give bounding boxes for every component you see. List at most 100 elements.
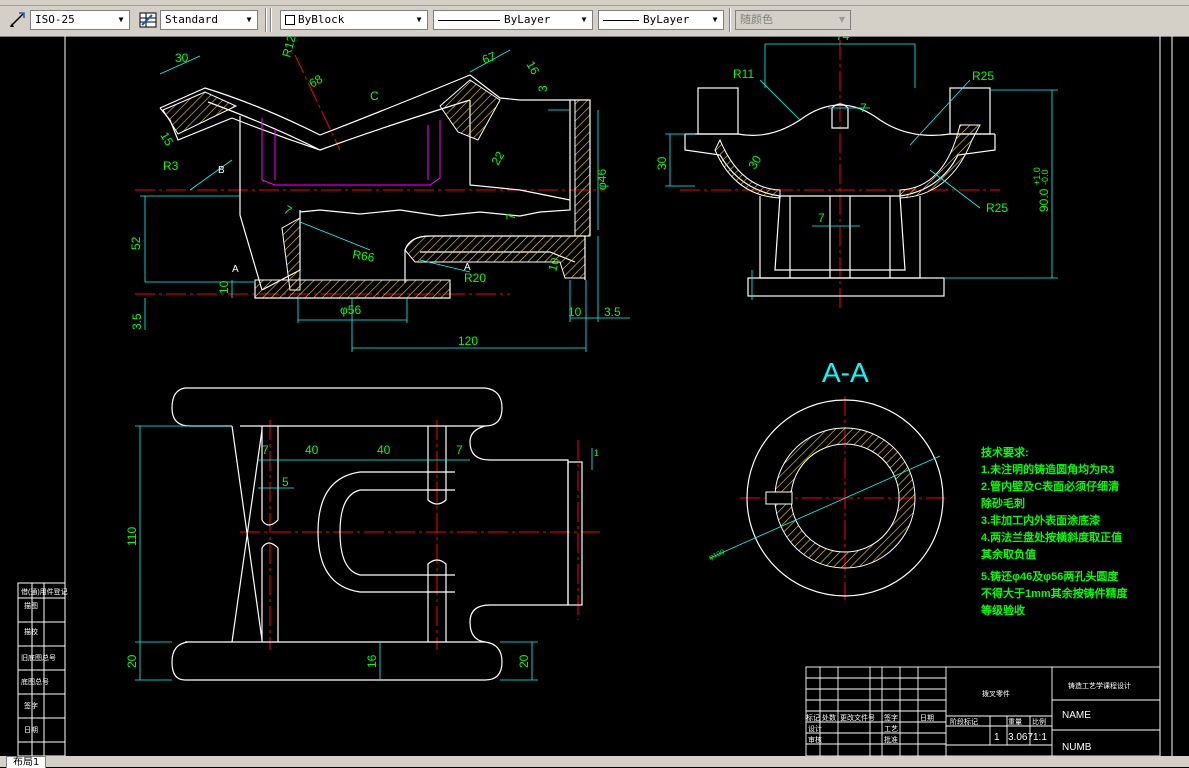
- linetype-dropdown[interactable]: ByLayer ▼: [433, 10, 593, 30]
- dim-label: R66: [351, 247, 375, 265]
- dimstyle-value: ISO-25: [35, 13, 75, 26]
- color-swatch-icon: [285, 15, 295, 25]
- tb-name: NAME: [1062, 710, 1091, 721]
- drawing-frame: [17, 36, 1173, 756]
- dim-label: 20: [517, 654, 531, 668]
- note-line: 不得大于1mm其余按铸件精度: [981, 586, 1129, 600]
- dim-label: φ46: [595, 169, 609, 190]
- dim-label: 15: [157, 130, 176, 149]
- plotstyle-value: 随颜色: [740, 13, 773, 26]
- dim-label: -0.0: [1040, 169, 1050, 185]
- dim-label: R25: [972, 69, 994, 83]
- note-line: 等级验收: [980, 603, 1025, 617]
- dim-label: 30: [745, 153, 764, 172]
- hatch-right-arm: [439, 79, 501, 141]
- lineweight-value: ByLayer: [643, 13, 690, 26]
- dim-label: 52: [129, 236, 143, 250]
- dim-label: 90.0: [1037, 188, 1051, 212]
- dim-label: 30: [655, 156, 669, 170]
- tb-part: 拨叉零件: [982, 689, 1010, 698]
- stamp-label: 日期: [24, 726, 38, 734]
- dim-label: 16: [365, 654, 379, 668]
- tb-project: 铸造工艺学课程设计: [1068, 681, 1131, 690]
- dimstyle-dropdown[interactable]: ISO-25 ▼: [30, 10, 130, 30]
- dim-label: R20: [464, 271, 486, 285]
- tb-numb: NUMB: [1062, 742, 1092, 753]
- dim-label: B: [218, 165, 225, 176]
- dim-label: R3: [163, 159, 179, 173]
- toolbar-top-strip: [0, 0, 1189, 6]
- tb-label: 日期: [920, 714, 934, 722]
- tb-label: 处数: [822, 713, 836, 722]
- chevron-down-icon: ▼: [118, 15, 124, 24]
- note-line: 2.管内壁及C表面必须仔细清: [981, 479, 1119, 493]
- tb-qty: 1: [994, 732, 1000, 743]
- table-style-icon[interactable]: [138, 10, 158, 30]
- note-line: 其余取负值: [981, 547, 1036, 561]
- lineweight-dropdown[interactable]: ByLayer ▼: [598, 10, 724, 30]
- toolbar-separator: [265, 8, 267, 32]
- color-dropdown[interactable]: ByBlock ▼: [280, 10, 428, 30]
- dim-label: 7: [456, 443, 463, 457]
- chevron-down-icon: ▼: [838, 15, 846, 24]
- lineweight-preview: [603, 19, 639, 21]
- tb-label: 批准: [884, 735, 898, 744]
- color-value: ByBlock: [298, 13, 345, 26]
- dim-label: 10: [217, 280, 231, 294]
- tablestyle-dropdown[interactable]: Standard ▼: [160, 10, 258, 30]
- tb-label: 签字: [884, 713, 898, 722]
- side-dimlines: [665, 43, 1058, 300]
- note-line: 4.两法兰盘处按横斜度取正值: [981, 530, 1122, 544]
- tb-label: 标记: [806, 713, 820, 722]
- hatch-side-right: [899, 124, 981, 199]
- chevron-down-icon: ▼: [712, 15, 718, 24]
- hatch-right-flange: [574, 99, 591, 237]
- dim-label: φ100: [708, 549, 726, 562]
- stamp-label: 签字: [24, 701, 38, 710]
- front-view: 30 R125 68 C 67 16 3 15 R3 B 22 φ46 7 R6…: [129, 36, 630, 352]
- side-view: 74 R11 7 R25 30 30 R25 7 90.0 +1.0 -0.0: [655, 36, 1058, 310]
- dim-label: φ56: [340, 303, 361, 317]
- tb-weight: 3.067: [1008, 732, 1033, 743]
- dim-label: 3: [536, 85, 550, 92]
- top-outline: [171, 387, 583, 681]
- dim-label: R125: [279, 36, 300, 59]
- stamp-label: 描图: [24, 601, 38, 610]
- tab-layout1[interactable]: 布局1: [6, 756, 47, 768]
- properties-toolbar: ISO-25 ▼ Standard ▼ ByBlock ▼ ByLayer ▼ …: [0, 0, 1189, 37]
- linetype-preview: [438, 19, 500, 21]
- keyway: [765, 491, 793, 505]
- dimension-style-icon[interactable]: [8, 10, 28, 30]
- dim-label: 7: [860, 101, 867, 115]
- dim-label: 120: [458, 334, 478, 348]
- dim-label: 1: [594, 448, 599, 458]
- dim-label: 10: [568, 305, 582, 319]
- tablestyle-value: Standard: [165, 13, 218, 26]
- hatch-side-left: [714, 138, 781, 199]
- dim-label: 74: [836, 36, 850, 43]
- dim-label: 22: [488, 149, 507, 168]
- hatch-rib: [281, 217, 301, 291]
- dim-label: 7: [504, 213, 518, 220]
- stamp-label: 借(通)用件登记: [21, 587, 68, 596]
- dim-label: 7: [818, 211, 825, 225]
- tb-label: 工艺: [884, 725, 898, 733]
- hidden-lines: [261, 118, 441, 186]
- dim-label: 20: [125, 654, 139, 668]
- stamp-label: 旧底图总号: [21, 653, 56, 662]
- title-block: [805, 666, 1161, 756]
- dim-label: 5: [282, 475, 289, 489]
- section-title: A-A: [822, 357, 869, 388]
- note-line: 3.非加工内外表面涂底漆: [981, 513, 1100, 527]
- note-line: 5.铸还φ46及φ56两孔头圆度: [981, 569, 1119, 583]
- tb-label: 设计: [808, 724, 822, 733]
- tb-label: 更改文件号: [840, 713, 875, 722]
- dim-label: R11: [733, 67, 754, 81]
- dim-label: C: [370, 89, 379, 103]
- tb-label: 审核: [808, 735, 822, 744]
- dim-label: 3.5: [130, 313, 144, 330]
- centerline: [294, 54, 341, 151]
- dim-label: R25: [986, 201, 1008, 215]
- drawing-canvas[interactable]: 借(通)用件登记 描图 描校 旧底图总号 底图总号 签字 日期 30 R125 …: [0, 36, 1189, 756]
- dim-label: 7: [282, 202, 295, 218]
